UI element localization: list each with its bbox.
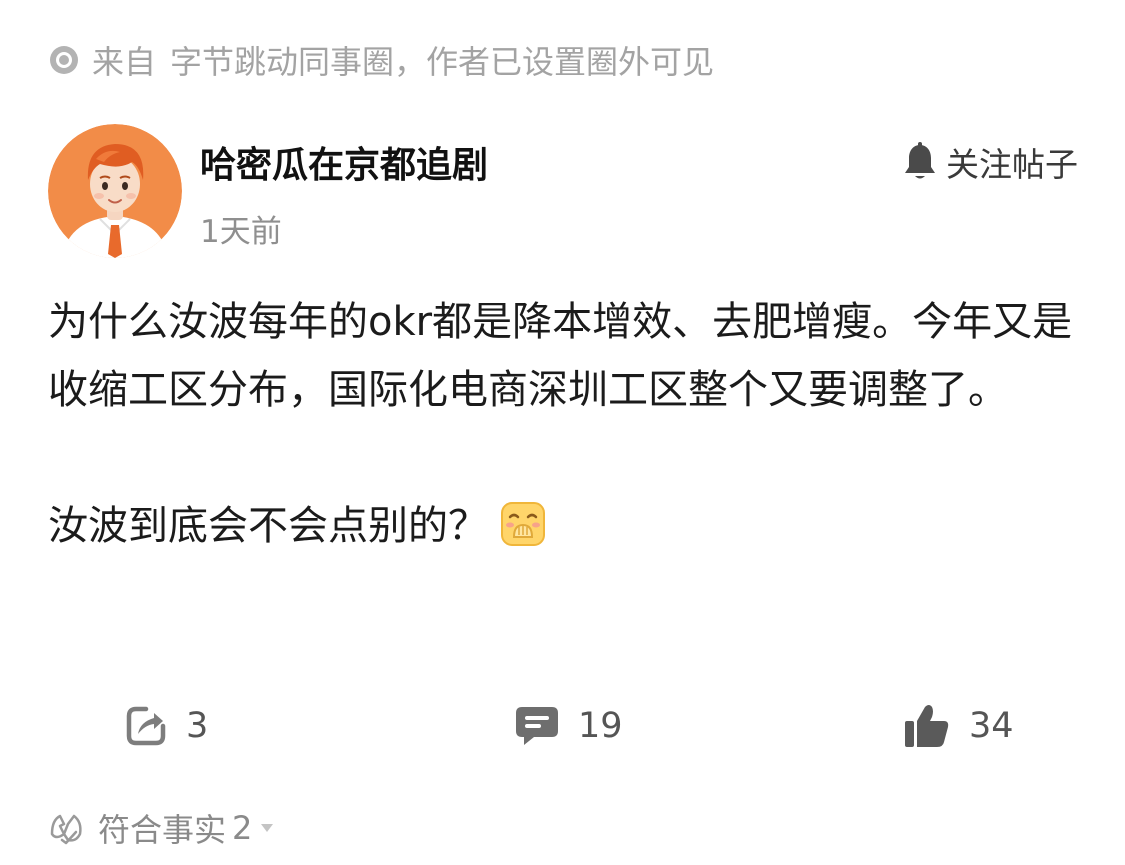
source-suffix: ，作者已设置圈外可见 — [394, 43, 715, 81]
fact-check-icon — [50, 814, 82, 845]
follow-label: 关注帖子 — [946, 145, 1078, 184]
comment-button[interactable]: 19 — [514, 696, 623, 756]
thumbs-up-icon — [905, 705, 949, 747]
radio-dot-icon — [50, 46, 78, 74]
comment-icon — [516, 707, 558, 745]
comment-count: 19 — [578, 706, 623, 746]
source-line: 来自 字节跳动同事圈 ，作者已设置圈外可见 — [48, 38, 714, 82]
like-count: 34 — [969, 706, 1014, 746]
fact-label: 符合事实 — [98, 811, 227, 849]
post-body: 为什么汝波每年的okr都是降本增效、去肥增瘦。今年又是收缩工区分布，国际化电商深… — [48, 288, 1078, 560]
source-prefix: 来自 — [92, 43, 157, 81]
action-bar: 3 19 34 — [0, 696, 1125, 756]
source-circle[interactable]: 字节跳动同事圈 — [170, 37, 394, 83]
caret-down-icon — [261, 824, 274, 832]
post-paragraph-2-text: 汝波到底会不会点别的？ — [48, 503, 488, 549]
share-icon — [126, 706, 166, 746]
post-paragraph-1: 为什么汝波每年的okr都是降本增效、去肥增瘦。今年又是收缩工区分布，国际化电商深… — [48, 299, 1073, 413]
cartoon-avatar — [48, 124, 182, 258]
follow-post-button[interactable]: 关注帖子 — [902, 140, 1078, 184]
like-button[interactable]: 34 — [903, 696, 1014, 756]
post-time: 1天前 — [200, 214, 282, 250]
bell-icon — [905, 142, 935, 179]
fact-count: 2 — [232, 809, 253, 847]
post-paragraph-2: 汝波到底会不会点别的？ — [48, 492, 1078, 560]
fact-rating[interactable]: 符合事实 2 — [48, 806, 274, 850]
covering-mouth-emoji — [501, 502, 545, 546]
share-button[interactable]: 3 — [124, 696, 208, 756]
author-name[interactable]: 哈密瓜在京都追剧 — [200, 136, 488, 188]
author-row: 哈密瓜在京都追剧 1天前 关注帖子 — [48, 124, 1078, 260]
avatar[interactable] — [48, 124, 182, 258]
share-count: 3 — [186, 706, 209, 746]
